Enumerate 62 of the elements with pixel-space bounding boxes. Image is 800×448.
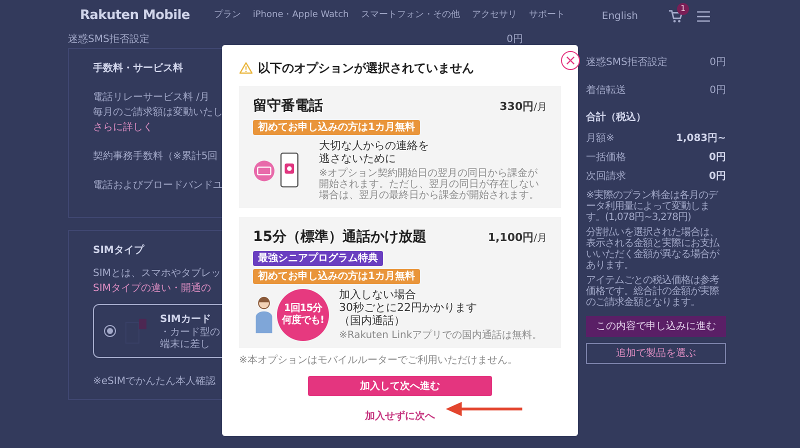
fee-label: 電話およびブロードバンドユ bbox=[93, 178, 223, 193]
sim-type-link[interactable]: SIMタイプの違い・開通の bbox=[93, 281, 211, 296]
option-title: SIMカード bbox=[160, 312, 211, 326]
logo[interactable]: Rakuten Mobile bbox=[80, 6, 190, 26]
total-heading: 合計（税込） bbox=[586, 110, 647, 125]
summary-note: アイテムごとの税込価格は参考価格です。総合計の金額が実際のご請求金額となります。 bbox=[586, 275, 720, 308]
row-value: 0円 bbox=[506, 32, 523, 46]
option-badge: 初めてお申し込みの方は1カ月無料 bbox=[253, 269, 420, 284]
fee-note: 毎月のご請求額は変動いたし bbox=[93, 106, 223, 120]
option-text: 端末に差し bbox=[160, 338, 210, 350]
summary-note: 分割払いを選択された場合は、表示される金額と実際にお支払いいただく金額が異なる場合があります。 bbox=[586, 227, 720, 271]
nav-link[interactable]: アクセサリ bbox=[472, 9, 517, 23]
join-next-button[interactable]: 加入して次へ進む bbox=[308, 376, 492, 396]
nav-link[interactable]: プラン bbox=[214, 9, 241, 23]
nav-link[interactable]: サポート bbox=[528, 9, 565, 23]
close-icon bbox=[566, 56, 575, 65]
warning-icon bbox=[239, 62, 253, 74]
section-description: SIMとは、スマホやタブレッ bbox=[93, 266, 221, 281]
person-drawing bbox=[253, 294, 275, 334]
sticker-text: 1回15分 bbox=[284, 302, 322, 314]
fee-label: 契約事務手数料（※累計5回 bbox=[93, 150, 218, 164]
option-title: 15分（標準）通話かけ放題 bbox=[253, 228, 426, 246]
menu-icon bbox=[697, 10, 710, 22]
total-value: 0円 bbox=[709, 170, 726, 184]
total-label: 月額※ bbox=[586, 132, 614, 146]
option-note: ※オプション契約開始日の翌月の同日から課金が開始されます。ただし、翌月の同日が存在しない場合は、翌月の最終日から課金が開始されます。 bbox=[319, 168, 540, 201]
row-value: 0円 bbox=[710, 84, 726, 98]
row-value: 0円 bbox=[710, 56, 726, 70]
total-value: 1,083円~ bbox=[676, 132, 726, 146]
cart-icon bbox=[668, 8, 683, 24]
dialog-footnote: ※本オプションはモバイルルーターでご利用いただけません。 bbox=[239, 354, 518, 368]
add-product-button[interactable]: 追加で製品を選ぶ bbox=[586, 343, 726, 364]
nav-link[interactable]: iPhone・Apple Watch bbox=[252, 9, 349, 23]
details-link[interactable]: さらに詳しく bbox=[93, 120, 153, 135]
option-description: 大切な人からの連絡を 逃さないために bbox=[319, 139, 429, 165]
option-price: 1,100円/月 bbox=[488, 230, 547, 246]
dialog-title: 以下のオプションが選択されていません bbox=[258, 60, 474, 77]
row-label: 迷惑SMS拒否設定 bbox=[586, 56, 668, 70]
nav-link[interactable]: スマートフォン・その他 bbox=[360, 9, 460, 23]
section-heading: SIMタイプ bbox=[93, 243, 144, 258]
skip-link[interactable]: 加入せずに次へ bbox=[365, 411, 435, 422]
fee-label: 電話リレーサービス料 /月 bbox=[93, 90, 210, 105]
radio-button[interactable] bbox=[104, 325, 116, 337]
option-note: ※Rakuten Linkアプリでの国内通話は無料。 bbox=[339, 330, 542, 341]
total-label: 一括価格 bbox=[586, 150, 626, 165]
section-heading: 手数料・サービス料 bbox=[93, 62, 183, 76]
apply-button[interactable]: この内容で申し込みに進む bbox=[586, 316, 726, 337]
option-description: 加入しない場合 30秒ごとに22円かかります （国内通話） bbox=[339, 288, 477, 327]
sim-footnote: ※eSIMでかんたん本人確認 bbox=[93, 374, 216, 389]
row-label: 着信転送 bbox=[586, 84, 626, 98]
sticker-text: 何度でも! bbox=[282, 314, 324, 326]
option-text: ・カード型の bbox=[160, 326, 220, 338]
option-badge: 初めてお申し込みの方は1カ月無料 bbox=[253, 120, 420, 135]
language-link[interactable]: English bbox=[602, 8, 638, 24]
summary-note: ※実際のプラン料金は各月のデータ利用量によって変動します。(1,078円~3,278円) bbox=[586, 190, 720, 223]
option-badge: 最強シニアプログラム特典 bbox=[253, 251, 383, 266]
cart-count: 1 bbox=[677, 2, 689, 14]
total-label: 次回請求 bbox=[586, 170, 626, 184]
option-title: 留守番電話 bbox=[253, 97, 323, 115]
total-value: 0円 bbox=[709, 151, 726, 165]
row-label: 迷惑SMS拒否設定 bbox=[68, 32, 150, 46]
option-price: 330円/月 bbox=[500, 99, 547, 115]
